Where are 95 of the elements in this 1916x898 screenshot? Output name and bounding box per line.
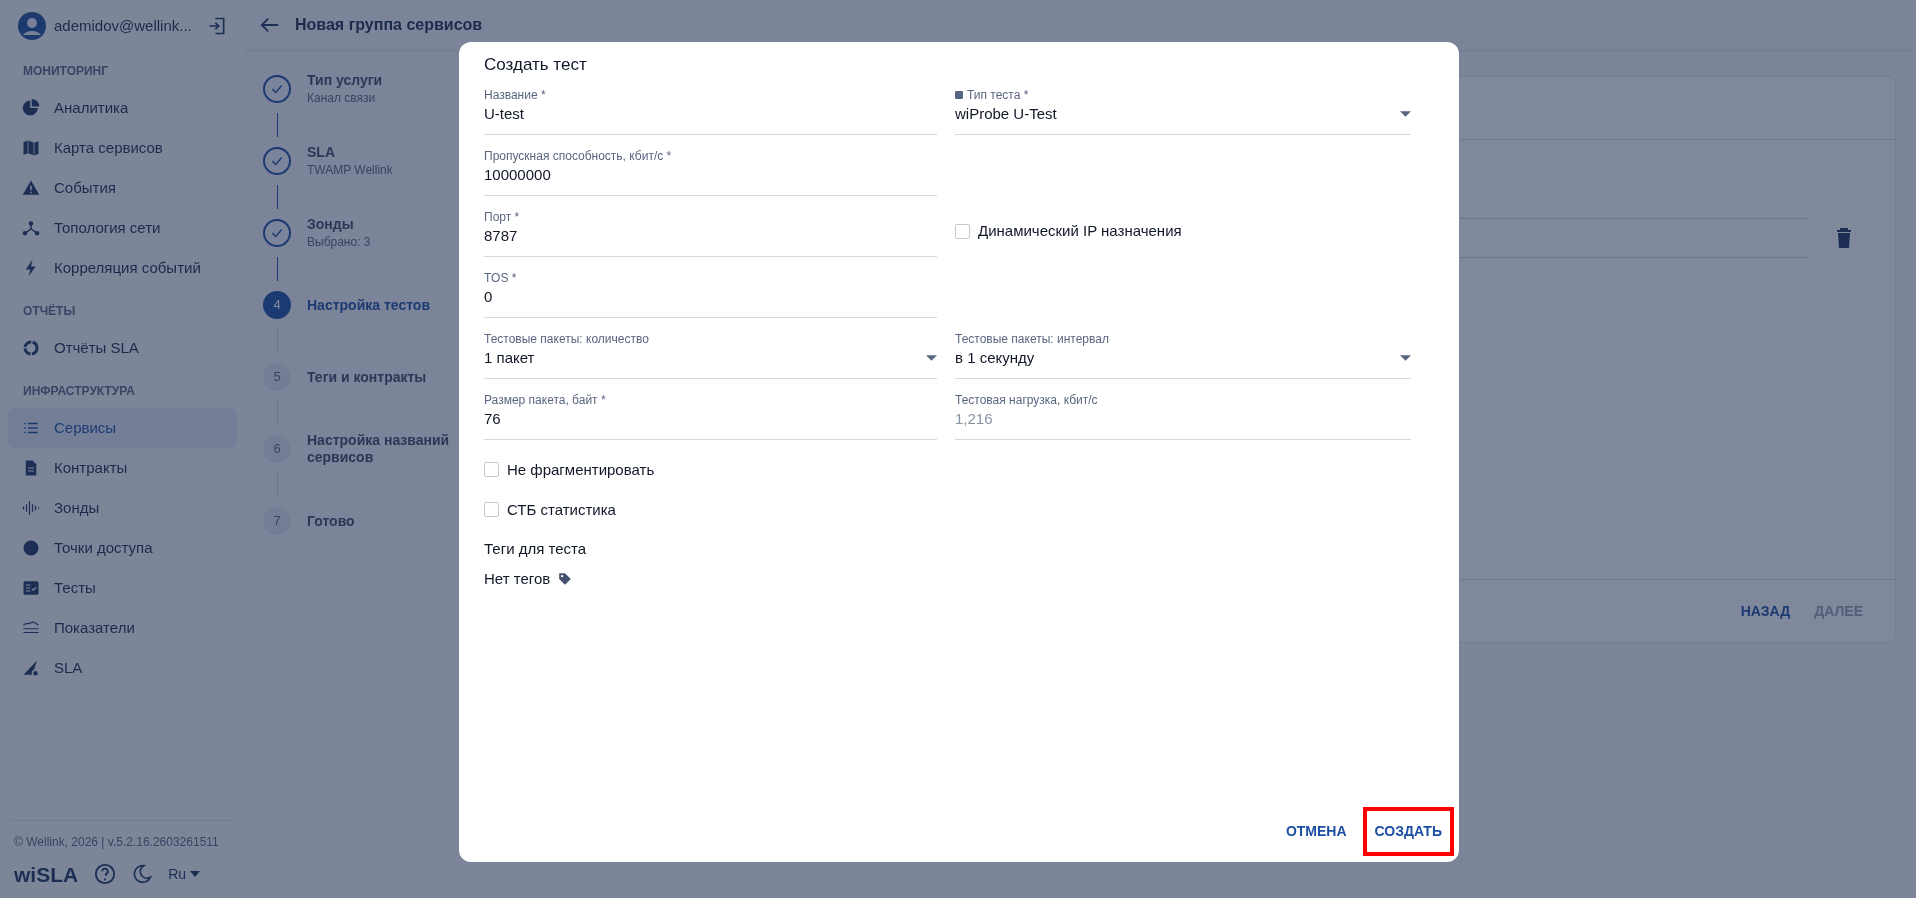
map-icon (22, 139, 40, 157)
step-title: Готово (307, 512, 355, 530)
field-label: Пропускная способность, кбит/с * (484, 148, 672, 164)
step-title: Тип услуги (307, 71, 383, 89)
step-title: Настройка названий сервисов (307, 432, 451, 466)
step-indicator: 4 (263, 291, 291, 319)
empty-tags-text: Нет тегов (484, 568, 551, 589)
step-indicator: 6 (263, 435, 291, 463)
select-field[interactable]: Тестовые пакеты: интервал в 1 секунду (955, 327, 1411, 379)
ring-icon (22, 339, 40, 357)
step-indicator: 7 (263, 507, 291, 535)
user-name: ademidov@wellink... (54, 15, 193, 36)
sidebar-item[interactable]: Тесты (8, 568, 237, 608)
field-value: 10000000 (484, 164, 551, 185)
caret-icon (1400, 354, 1411, 361)
sidebar-item[interactable]: События (8, 168, 237, 208)
section-heading: МОНИТОРИНГ (22, 63, 110, 80)
waveform-icon (22, 499, 40, 517)
field-value: 76 (484, 408, 501, 429)
caret-icon (926, 354, 937, 361)
checkbox[interactable] (955, 223, 970, 239)
step-title: Теги и контракты (307, 368, 427, 386)
field-label: Порт * (484, 209, 520, 225)
trash-icon[interactable] (1836, 228, 1852, 248)
step-subtitle: Выбрано: 3 (307, 233, 371, 251)
step-title: SLA (307, 143, 336, 161)
sidebar-item[interactable]: Карта сервисов (8, 128, 237, 168)
step-subtitle: Канал связи (307, 89, 377, 107)
checklist-icon (22, 579, 40, 597)
sidebar-item[interactable]: Аналитика (8, 88, 237, 128)
page-title: Новая группа сервисов (295, 15, 483, 35)
field-label: Размер пакета, байт * (484, 392, 606, 408)
create-button[interactable]: СОЗДАТЬ (1362, 807, 1454, 856)
checkbox-label[interactable]: СТБ статистика (507, 498, 616, 521)
section-heading: ИНФРАСТРУКТУРА (22, 383, 136, 400)
language-select[interactable]: Ru (168, 863, 201, 885)
logo: wiSLA (14, 861, 79, 888)
sidebar-item[interactable]: Показатели (8, 608, 237, 648)
network-icon (22, 219, 40, 237)
field-label: Тестовые пакеты: количество (484, 331, 649, 347)
field-value: 1,216 (955, 408, 993, 429)
field-label: TOS * (484, 270, 517, 286)
field-value: wiProbe U-Test (955, 103, 1057, 124)
section-label: Теги для теста (484, 538, 588, 559)
step-title: Зонды (307, 215, 355, 233)
step-title: Настройка тестов (307, 296, 430, 314)
triangle-gear-icon (22, 659, 40, 677)
field-label: Тестовая нагрузка, кбит/с (955, 392, 1098, 408)
field-label: Тип теста * (967, 87, 1029, 103)
field-value: 1 пакет (484, 347, 535, 368)
checkbox[interactable] (484, 462, 499, 477)
check-icon (270, 154, 284, 168)
input-field[interactable]: Порт * 8787 (484, 205, 937, 257)
caret-icon (1400, 110, 1411, 117)
caret-icon (190, 871, 201, 878)
dialog-title: Создать тест (484, 54, 588, 76)
sidebar-item[interactable]: Сервисы (8, 408, 237, 448)
section-heading: ОТЧЁТЫ (22, 303, 77, 320)
sidebar-item[interactable]: Топология сети (8, 208, 237, 248)
input-field[interactable]: Название * U-test (484, 83, 937, 135)
select-field[interactable]: Тестовые пакеты: количество 1 пакет (484, 327, 937, 379)
field-value: 0 (484, 286, 493, 307)
checkbox-label[interactable]: Динамический IP назначения (978, 220, 1182, 242)
circle-icon (22, 539, 40, 557)
checkbox[interactable] (484, 502, 499, 517)
warning-icon (22, 179, 40, 197)
field-value: U-test (484, 103, 524, 124)
sidebar-item[interactable]: Отчёты SLA (8, 328, 237, 368)
select-field[interactable]: Тип теста * wiProbe U-Test (955, 83, 1411, 135)
logout-icon[interactable] (207, 16, 227, 36)
sidebar-item[interactable]: Точки доступа (8, 528, 237, 568)
input-field[interactable]: Пропускная способность, кбит/с * 10000000 (484, 144, 937, 196)
step-indicator: 5 (263, 363, 291, 391)
input-field[interactable]: Размер пакета, байт * 76 (484, 388, 937, 440)
check-icon (270, 82, 284, 96)
cancel-button[interactable]: ОТМЕНА (1273, 807, 1359, 856)
help-icon[interactable] (94, 863, 117, 886)
sidebar-item[interactable]: Зонды (8, 488, 237, 528)
tag-icon[interactable] (558, 571, 573, 586)
sidebar-item[interactable]: Корреляция событий (8, 248, 237, 288)
field-label: Название * (484, 87, 546, 103)
field-label: Тестовые пакеты: интервал (955, 331, 1109, 347)
input-field[interactable]: TOS * 0 (484, 266, 937, 318)
avatar-icon (18, 12, 46, 40)
field-value: в 1 секунду (955, 347, 1035, 368)
checkbox-label[interactable]: Не фрагментировать (507, 458, 655, 481)
field-value: 8787 (484, 225, 518, 246)
sidebar-item[interactable]: SLA (8, 648, 237, 688)
pie-chart-icon (22, 99, 40, 117)
check-icon (270, 226, 284, 240)
step-subtitle: TWAMP Wellink (307, 161, 393, 179)
back-button[interactable]: НАЗАД (1732, 596, 1799, 626)
sidebar-item[interactable]: Контракты (8, 448, 237, 488)
copyright-text: © Wellink, 2026 | v.5.2.16.2603261511 (14, 833, 220, 851)
moon-icon[interactable] (132, 864, 153, 885)
